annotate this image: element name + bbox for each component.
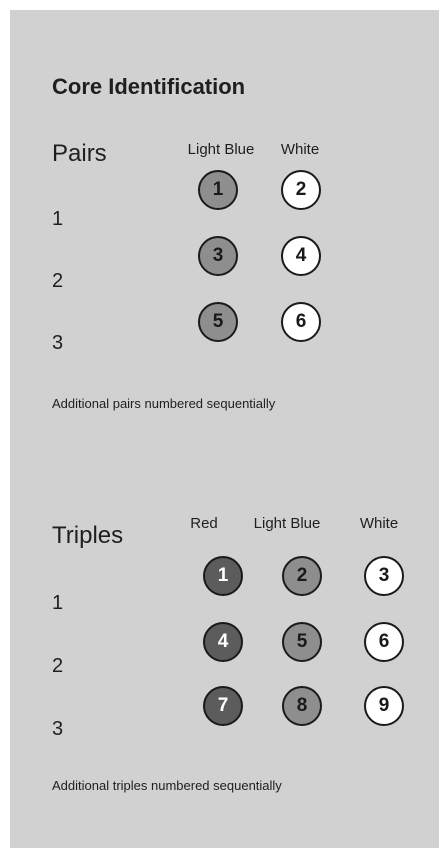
triple-core: 5	[282, 622, 322, 662]
triple-core: 9	[364, 686, 404, 726]
triples-section-label: Triples	[52, 522, 124, 549]
triple-core: 8	[282, 686, 322, 726]
pairs-row-label-2: 2	[52, 270, 64, 292]
triples-row-label-2: 2	[52, 655, 64, 677]
triple-core: 7	[203, 686, 243, 726]
pair-core: 3	[198, 236, 238, 276]
triples-column-header-white: White	[359, 515, 399, 532]
triple-core: 4	[203, 622, 243, 662]
pair-core: 2	[281, 170, 321, 210]
pair-core: 5	[198, 302, 238, 342]
triple-core: 3	[364, 556, 404, 596]
triple-core: 1	[203, 556, 243, 596]
pairs-section-label: Pairs	[52, 140, 107, 167]
pair-core: 4	[281, 236, 321, 276]
triples-row-label-1: 1	[52, 592, 64, 614]
page-title: Core Identification	[52, 74, 246, 99]
triple-core: 6	[364, 622, 404, 662]
triple-core: 2	[282, 556, 322, 596]
triples-row-label-3: 3	[52, 718, 64, 740]
pairs-row-label-1: 1	[52, 208, 64, 230]
triples-note: Additional triples numbered sequentially	[52, 778, 282, 793]
pair-core: 1	[198, 170, 238, 210]
pair-core: 6	[281, 302, 321, 342]
pairs-column-header-white: White	[280, 141, 320, 158]
pairs-note: Additional pairs numbered sequentially	[52, 396, 276, 411]
pairs-row-label-3: 3	[52, 332, 64, 354]
